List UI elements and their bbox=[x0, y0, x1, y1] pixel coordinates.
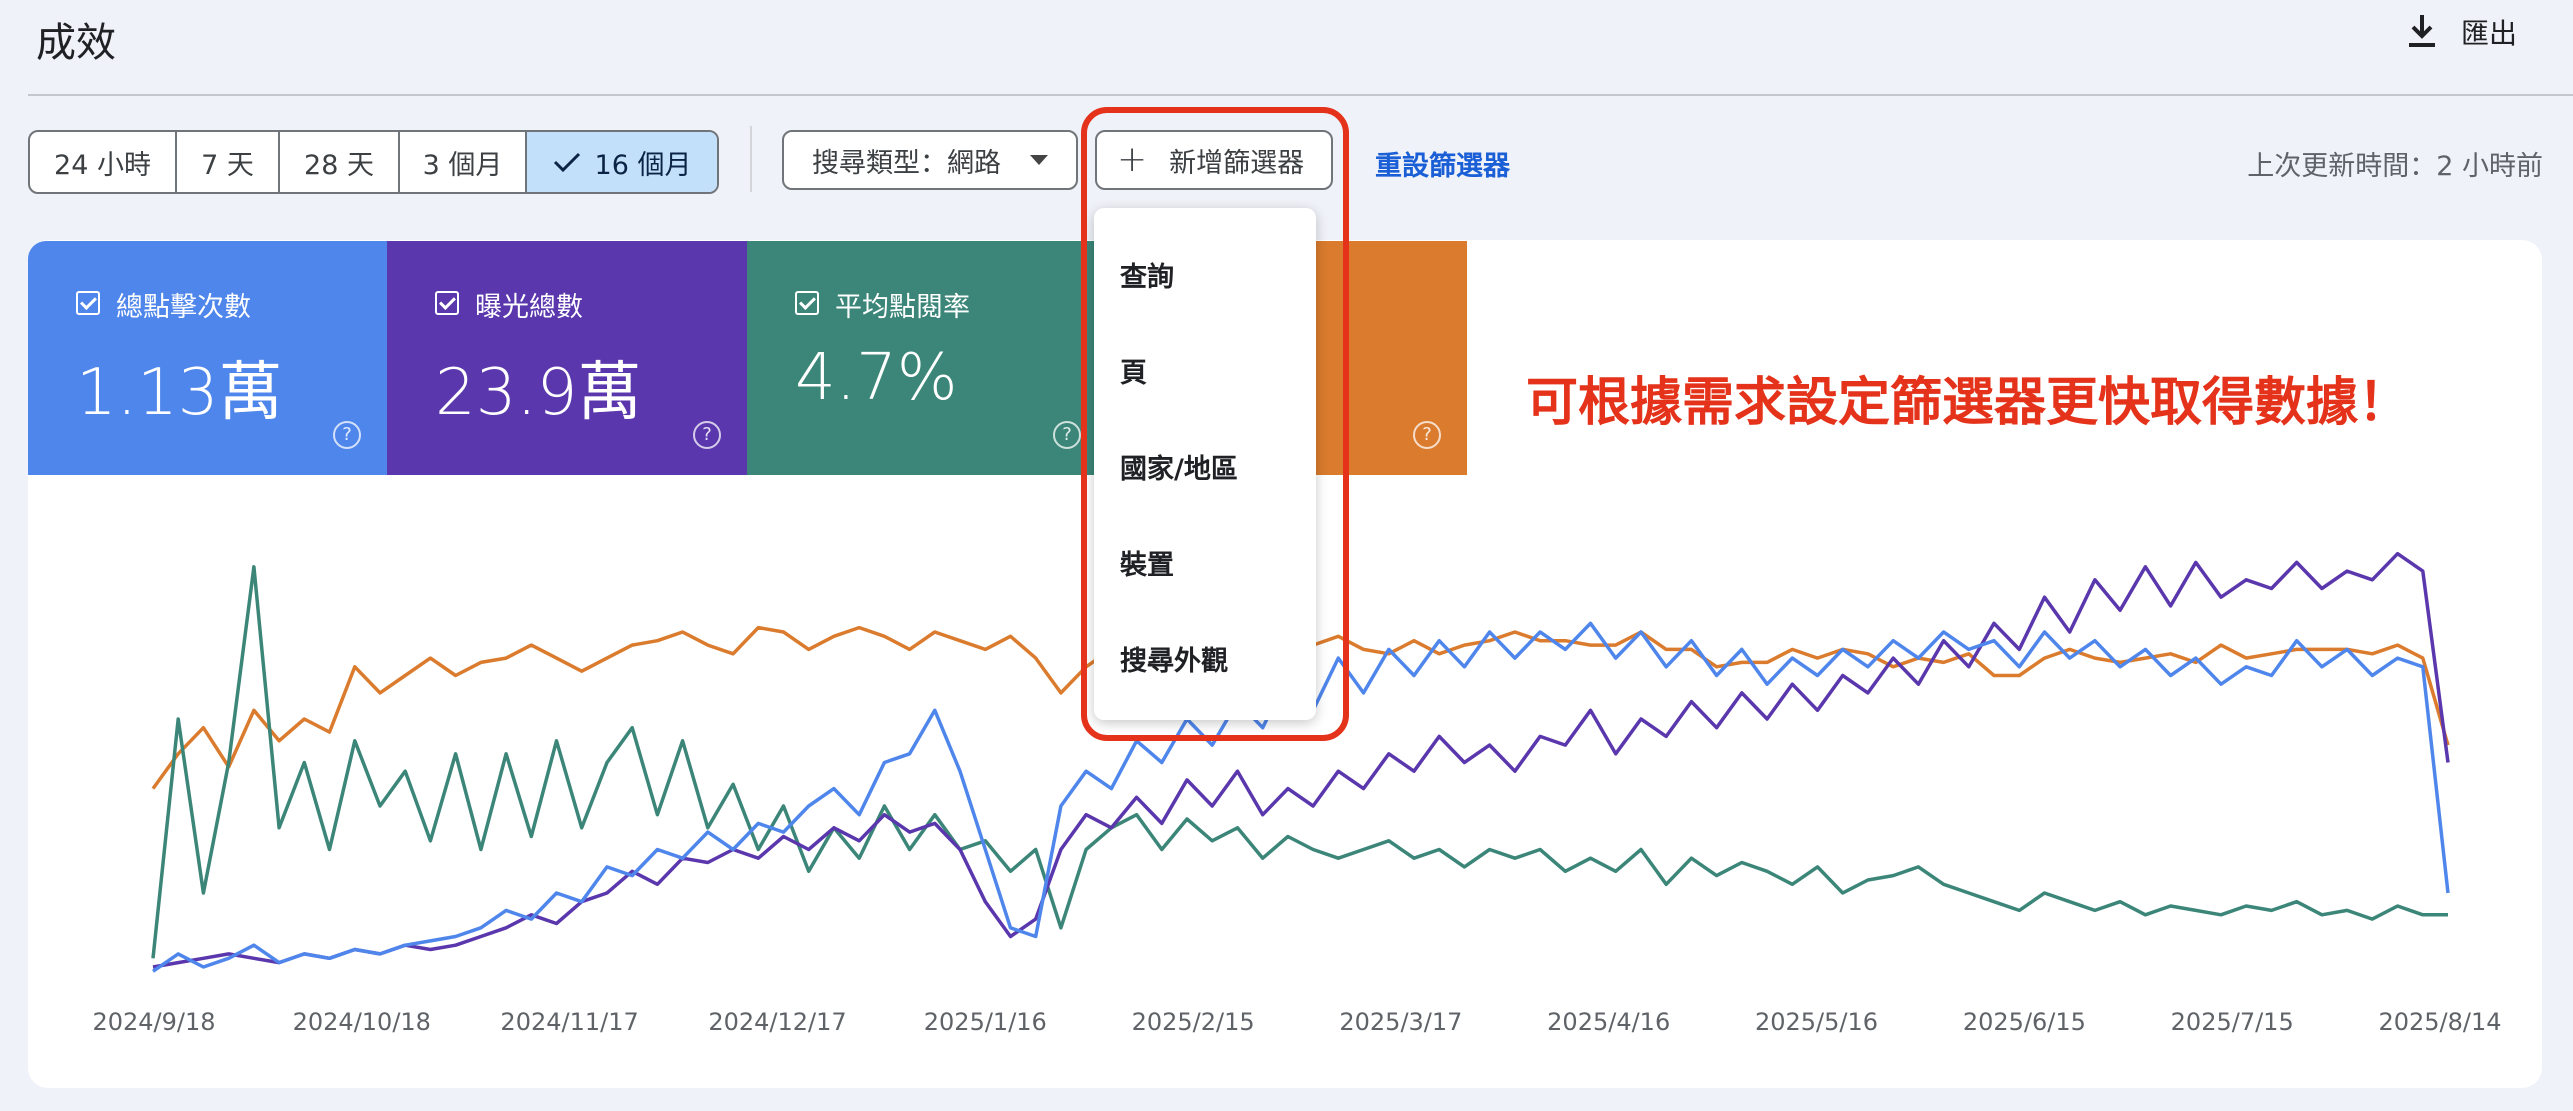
date-range-group: 24 小時 7 天 28 天 3 個月 16 個月 bbox=[28, 130, 719, 194]
x-tick-label: 2025/3/17 bbox=[1339, 1008, 1462, 1036]
x-tick-label: 2024/10/18 bbox=[293, 1008, 431, 1036]
metric-label: 平均點閱率 bbox=[835, 292, 970, 323]
annotation-text: 可根據需求設定篩選器更快取得數據！ bbox=[1526, 373, 2411, 433]
annotation-highlight-box bbox=[1081, 107, 1349, 741]
metric-card-ctr[interactable]: 平均點閱率 4.7% ? bbox=[747, 241, 1107, 475]
help-icon[interactable]: ? bbox=[333, 421, 361, 449]
metric-value: 1.13萬 bbox=[76, 356, 283, 430]
x-tick-label: 2025/6/15 bbox=[1963, 1008, 2086, 1036]
range-7d-button[interactable]: 7 天 bbox=[177, 132, 280, 192]
download-icon bbox=[2408, 15, 2435, 47]
metric-value: 4.7% bbox=[795, 341, 958, 415]
range-24h-button[interactable]: 24 小時 bbox=[30, 132, 177, 192]
export-label: 匯出 bbox=[2460, 17, 2517, 50]
x-tick-label: 2025/1/16 bbox=[924, 1008, 1047, 1036]
x-tick-label: 2025/4/16 bbox=[1547, 1008, 1670, 1036]
toolbar-separator bbox=[750, 126, 752, 192]
checkbox-icon bbox=[435, 291, 459, 315]
metric-value: 23.9萬 bbox=[435, 356, 642, 430]
range-16m-label: 16 個月 bbox=[594, 149, 692, 181]
checkbox-icon bbox=[795, 291, 819, 315]
metric-card-impressions[interactable]: 曝光總數 23.9萬 ? bbox=[387, 241, 747, 475]
range-3m-button[interactable]: 3 個月 bbox=[400, 132, 527, 192]
export-button[interactable]: 匯出 bbox=[2405, 12, 2517, 52]
help-icon[interactable]: ? bbox=[1053, 421, 1081, 449]
last-updated-text: 上次更新時間：2 小時前 bbox=[2247, 151, 2543, 182]
help-icon[interactable]: ? bbox=[693, 421, 721, 449]
caret-down-icon bbox=[1030, 155, 1048, 165]
x-tick-label: 2025/5/16 bbox=[1755, 1008, 1878, 1036]
search-type-dropdown[interactable]: 搜尋類型：網路 bbox=[782, 130, 1078, 190]
search-type-label: 搜尋類型：網路 bbox=[812, 147, 1001, 179]
metric-label: 曝光總數 bbox=[475, 292, 583, 323]
x-tick-label: 2024/12/17 bbox=[708, 1008, 846, 1036]
reset-filters-link[interactable]: 重設篩選器 bbox=[1375, 144, 1510, 183]
range-28d-button[interactable]: 28 天 bbox=[280, 132, 400, 192]
range-16m-button[interactable]: 16 個月 bbox=[527, 132, 717, 192]
x-tick-label: 2025/8/14 bbox=[2378, 1008, 2501, 1036]
check-icon bbox=[553, 152, 580, 173]
help-icon[interactable]: ? bbox=[1413, 421, 1441, 449]
header-divider bbox=[28, 94, 2573, 96]
metric-card-clicks[interactable]: 總點擊次數 1.13萬 ? bbox=[28, 241, 387, 475]
x-tick-label: 2025/2/15 bbox=[1132, 1008, 1255, 1036]
x-tick-label: 2024/9/18 bbox=[92, 1008, 215, 1036]
checkbox-icon bbox=[76, 291, 100, 315]
metric-label: 總點擊次數 bbox=[116, 292, 251, 323]
x-tick-label: 2024/11/17 bbox=[500, 1008, 638, 1036]
x-tick-label: 2025/7/15 bbox=[2171, 1008, 2294, 1036]
page-title: 成效 bbox=[36, 20, 116, 66]
